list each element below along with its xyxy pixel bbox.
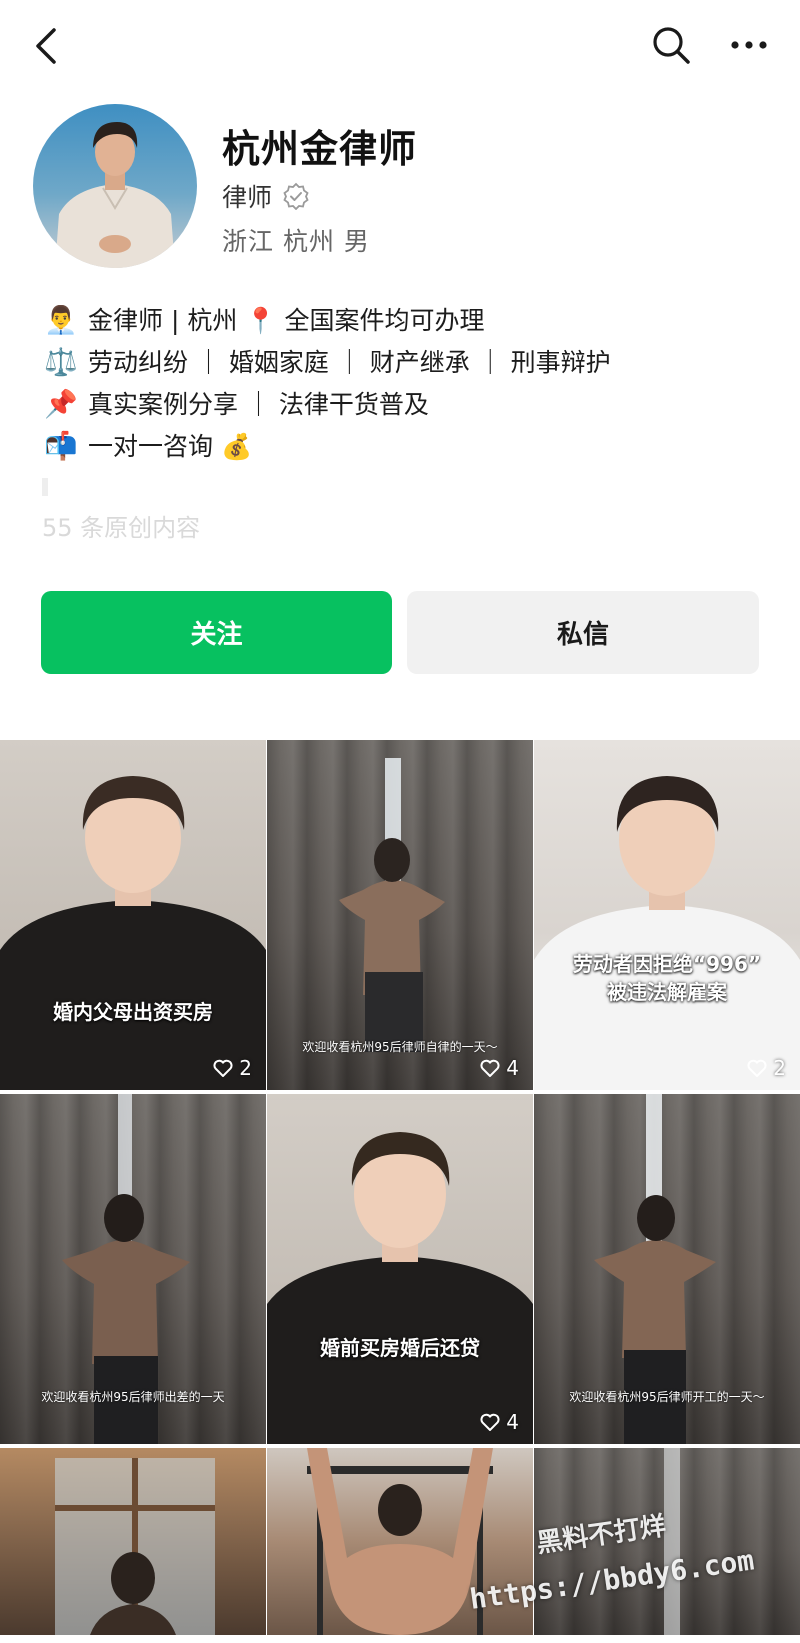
heart-icon <box>480 1413 500 1431</box>
top-bar <box>0 0 800 95</box>
post-likes: 2 <box>747 1056 786 1080</box>
thumbnail-image <box>0 776 266 1090</box>
follow-button[interactable]: 关注 <box>41 591 392 674</box>
heart-icon <box>213 1059 233 1077</box>
post-caption: 劳动者因拒绝“996” 被违法解雇案 <box>534 950 800 1006</box>
post-thumbnail[interactable]: 劳动者因拒绝“996” 被违法解雇案 2 <box>534 740 800 1090</box>
post-likes-count: 2 <box>239 1056 252 1080</box>
post-grid: 婚内父母出资买房 2 欢迎收看杭州95后律师自律的一天～ 4 劳动者因拒绝“99… <box>0 740 800 1635</box>
post-likes: 4 <box>480 1410 519 1434</box>
post-thumbnail[interactable]: 欢迎收看杭州95后律师开工的一天～ <box>534 1094 800 1444</box>
thumbnail-image <box>55 1458 215 1635</box>
avatar-portrait <box>55 122 175 268</box>
post-likes-count: 4 <box>506 1410 519 1434</box>
thumbnail-image <box>534 776 800 1090</box>
post-thumbnail[interactable]: 婚前买房婚后还贷 4 <box>267 1094 533 1444</box>
post-caption-text: 劳动者因拒绝“996” 被违法解雇案 <box>572 952 762 1004</box>
scales-icon: ⚖️ <box>44 347 78 378</box>
bio-line: 📌 真实案例分享 ｜ 法律干货普及 <box>44 384 764 426</box>
bio-text: 金律师 | 杭州 <box>88 306 238 335</box>
heart-icon <box>480 1059 500 1077</box>
post-likes: 2 <box>213 1056 252 1080</box>
original-content-count[interactable]: 55 条原创内容 <box>42 508 200 543</box>
bio-text: 一对一咨询 <box>88 432 214 461</box>
post-caption: 欢迎收看杭州95后律师自律的一天～ <box>302 1040 498 1054</box>
bio-line: 👨‍💼 金律师 | 杭州 📍 全国案件均可办理 <box>44 300 764 342</box>
post-thumbnail[interactable]: 婚内父母出资买房 2 <box>0 740 266 1090</box>
faded-divider <box>42 478 48 496</box>
post-thumbnail[interactable]: 欢迎收看杭州95后律师出差的一天 <box>0 1094 266 1444</box>
money-bag-icon: 💰 <box>221 432 253 461</box>
profile-role-text: 律师 <box>222 183 273 212</box>
profile-name: 杭州金律师 <box>222 127 418 171</box>
post-likes-count: 2 <box>773 1056 786 1080</box>
mailbox-icon: 📬 <box>44 431 78 462</box>
profile-bio: 👨‍💼 金律师 | 杭州 📍 全国案件均可办理 ⚖️ 劳动纠纷 ｜ 婚姻家庭 ｜… <box>44 300 764 468</box>
bio-text: 劳动纠纷 ｜ 婚姻家庭 ｜ 财产继承 ｜ 刑事辩护 <box>88 348 611 377</box>
verified-badge-icon <box>283 182 309 210</box>
bio-text: 真实案例分享 ｜ 法律干货普及 <box>88 390 429 419</box>
post-likes: 4 <box>480 1056 519 1080</box>
profile-role: 律师 <box>222 178 310 214</box>
post-caption: 欢迎收看杭州95后律师出差的一天 <box>41 1390 225 1404</box>
post-caption: 婚前买房婚后还贷 <box>320 1336 480 1360</box>
pushpin-icon: 📌 <box>44 389 78 420</box>
bio-text: 全国案件均可办理 <box>284 306 485 335</box>
location-pin-icon: 📍 <box>245 306 277 335</box>
thumbnail-image <box>267 1132 533 1444</box>
post-caption: 欢迎收看杭州95后律师开工的一天～ <box>569 1390 765 1404</box>
post-caption: 婚内父母出资买房 <box>53 1000 213 1024</box>
bio-line: 📬 一对一咨询 💰 <box>44 426 764 468</box>
post-thumbnail[interactable] <box>0 1448 266 1635</box>
post-thumbnail[interactable]: 欢迎收看杭州95后律师自律的一天～ 4 <box>267 740 533 1090</box>
heart-icon <box>747 1059 767 1077</box>
more-icon[interactable] <box>726 26 772 64</box>
avatar[interactable] <box>33 104 197 268</box>
post-likes-count: 4 <box>506 1056 519 1080</box>
chevron-left-icon[interactable] <box>28 24 64 68</box>
bio-line: ⚖️ 劳动纠纷 ｜ 婚姻家庭 ｜ 财产继承 ｜ 刑事辩护 <box>44 342 764 384</box>
search-icon[interactable] <box>650 24 692 66</box>
message-button[interactable]: 私信 <box>407 591 759 674</box>
lawyer-emoji-icon: 👨‍💼 <box>44 305 78 336</box>
profile-location: 浙江 杭州 男 <box>222 227 370 256</box>
